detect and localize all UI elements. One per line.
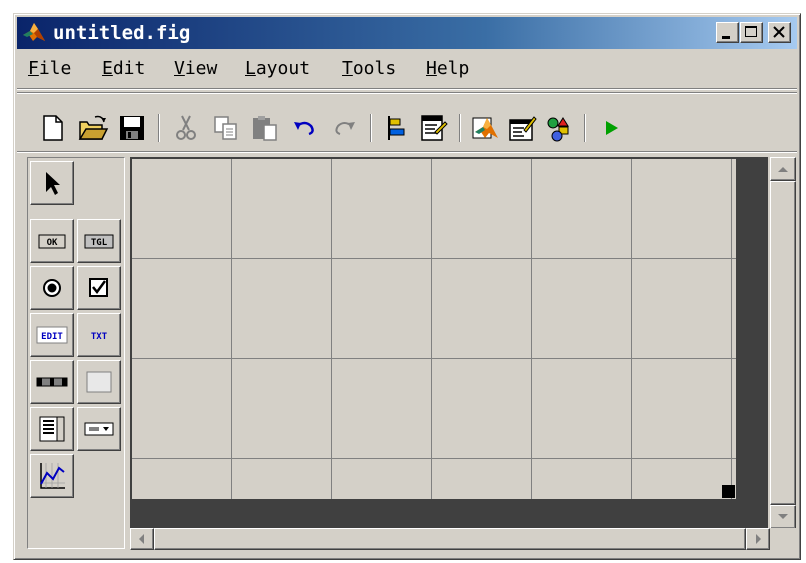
scroll-down-button[interactable] (770, 505, 796, 529)
minimize-icon (722, 36, 730, 39)
mfile-editor-button[interactable] (469, 112, 501, 144)
save-button[interactable] (116, 112, 148, 144)
cut-button[interactable] (170, 112, 202, 144)
horizontal-scrollbar[interactable] (130, 528, 770, 550)
popup-menu-tool[interactable] (77, 407, 121, 451)
maximize-icon (745, 26, 757, 37)
maximize-button[interactable] (740, 22, 763, 43)
menu-view[interactable]: View (174, 58, 217, 80)
paste-icon (253, 116, 277, 141)
run-button[interactable] (595, 112, 627, 144)
object-browser-button[interactable] (543, 112, 575, 144)
push-button-tool[interactable]: OK (30, 219, 74, 263)
arrow-left-icon (139, 534, 144, 544)
arrow-up-icon (778, 167, 788, 172)
toolbar-separator (584, 114, 586, 142)
listbox-tool[interactable] (30, 407, 74, 451)
scrollbar-corner (770, 528, 796, 550)
vertical-scroll-thumb[interactable] (770, 181, 796, 505)
static-text-tool[interactable]: TXT (77, 313, 121, 357)
open-button[interactable] (77, 112, 109, 144)
arrow-right-icon (756, 534, 761, 544)
save-icon (120, 116, 144, 140)
align-objects-icon (388, 116, 405, 140)
copy-icon (214, 116, 237, 140)
menu-tools[interactable]: Tools (342, 58, 396, 80)
horizontal-scroll-thumb[interactable] (154, 528, 746, 550)
menu-layout[interactable]: Layout (245, 58, 310, 80)
run-icon (606, 121, 618, 135)
redo-button[interactable] (328, 112, 360, 144)
edit-text-tool[interactable]: EDIT (30, 313, 74, 357)
menu-help[interactable]: Help (426, 58, 469, 80)
menu-editor-button[interactable] (417, 112, 449, 144)
vertical-scrollbar[interactable] (770, 157, 796, 529)
toolbar (17, 106, 797, 150)
svg-text:TGL: TGL (91, 238, 108, 248)
slider-tool[interactable] (30, 360, 74, 404)
close-button[interactable] (768, 22, 791, 43)
close-icon (773, 26, 785, 38)
axes-icon (40, 463, 65, 489)
static-text-icon: TXT (91, 332, 108, 342)
new-file-icon (43, 115, 63, 141)
scroll-left-button[interactable] (130, 528, 154, 550)
frame-icon (86, 371, 112, 393)
toolbar-separator (459, 114, 461, 142)
scroll-up-button[interactable] (770, 157, 796, 181)
popup-menu-icon (84, 422, 114, 436)
toggle-button-tool[interactable]: TGL (77, 219, 121, 263)
scroll-right-button[interactable] (746, 528, 770, 550)
property-inspector-icon (509, 116, 537, 141)
window-title: untitled.fig (53, 22, 191, 44)
minimize-button[interactable] (716, 22, 739, 43)
redo-icon (335, 122, 355, 135)
align-objects-button[interactable] (380, 112, 412, 144)
matlab-logo-icon (21, 21, 47, 45)
layout-area[interactable] (130, 157, 768, 548)
menu-separator (17, 88, 797, 90)
radio-button-icon (43, 279, 61, 297)
radio-button-tool[interactable] (30, 266, 74, 310)
copy-button[interactable] (210, 112, 242, 144)
listbox-icon (39, 416, 65, 442)
undo-icon (294, 121, 314, 136)
layout-grid[interactable] (132, 159, 736, 499)
menu-bar: File Edit View Layout Tools Help (17, 52, 797, 86)
figure-resize-handle[interactable] (722, 485, 735, 498)
menu-file[interactable]: File (28, 58, 71, 80)
toolbar-separator (370, 114, 372, 142)
toolbar-separator (158, 114, 160, 142)
open-folder-icon (78, 115, 109, 140)
toolbar-bottom-edge (17, 151, 797, 153)
paste-button[interactable] (249, 112, 281, 144)
arrow-down-icon (778, 514, 788, 519)
new-file-button[interactable] (37, 112, 69, 144)
arrow-cursor-icon (46, 172, 60, 195)
toolbar-top-edge (17, 92, 797, 94)
guide-window: untitled.fig File Edit View Layout Tools… (13, 13, 801, 560)
edit-text-icon: EDIT (36, 326, 68, 344)
title-bar[interactable]: untitled.fig (17, 17, 797, 49)
cut-icon (176, 115, 196, 140)
svg-text:OK: OK (47, 238, 58, 248)
select-tool-button[interactable] (30, 161, 74, 205)
toggle-button-icon: TGL (84, 234, 114, 249)
svg-text:EDIT: EDIT (41, 332, 63, 342)
component-palette: OK TGL EDIT TXT (27, 157, 125, 549)
property-inspector-button[interactable] (506, 112, 538, 144)
matlab-logo-icon (472, 117, 498, 139)
push-button-icon: OK (38, 234, 66, 249)
menu-edit[interactable]: Edit (102, 58, 145, 80)
axes-tool[interactable] (30, 454, 74, 498)
object-browser-icon (547, 117, 569, 142)
checkbox-icon (89, 278, 108, 297)
slider-icon (36, 377, 68, 387)
svg-text:TXT: TXT (91, 332, 108, 342)
checkbox-tool[interactable] (77, 266, 121, 310)
menu-editor-icon (421, 115, 448, 141)
undo-button[interactable] (289, 112, 321, 144)
frame-tool[interactable] (77, 360, 121, 404)
